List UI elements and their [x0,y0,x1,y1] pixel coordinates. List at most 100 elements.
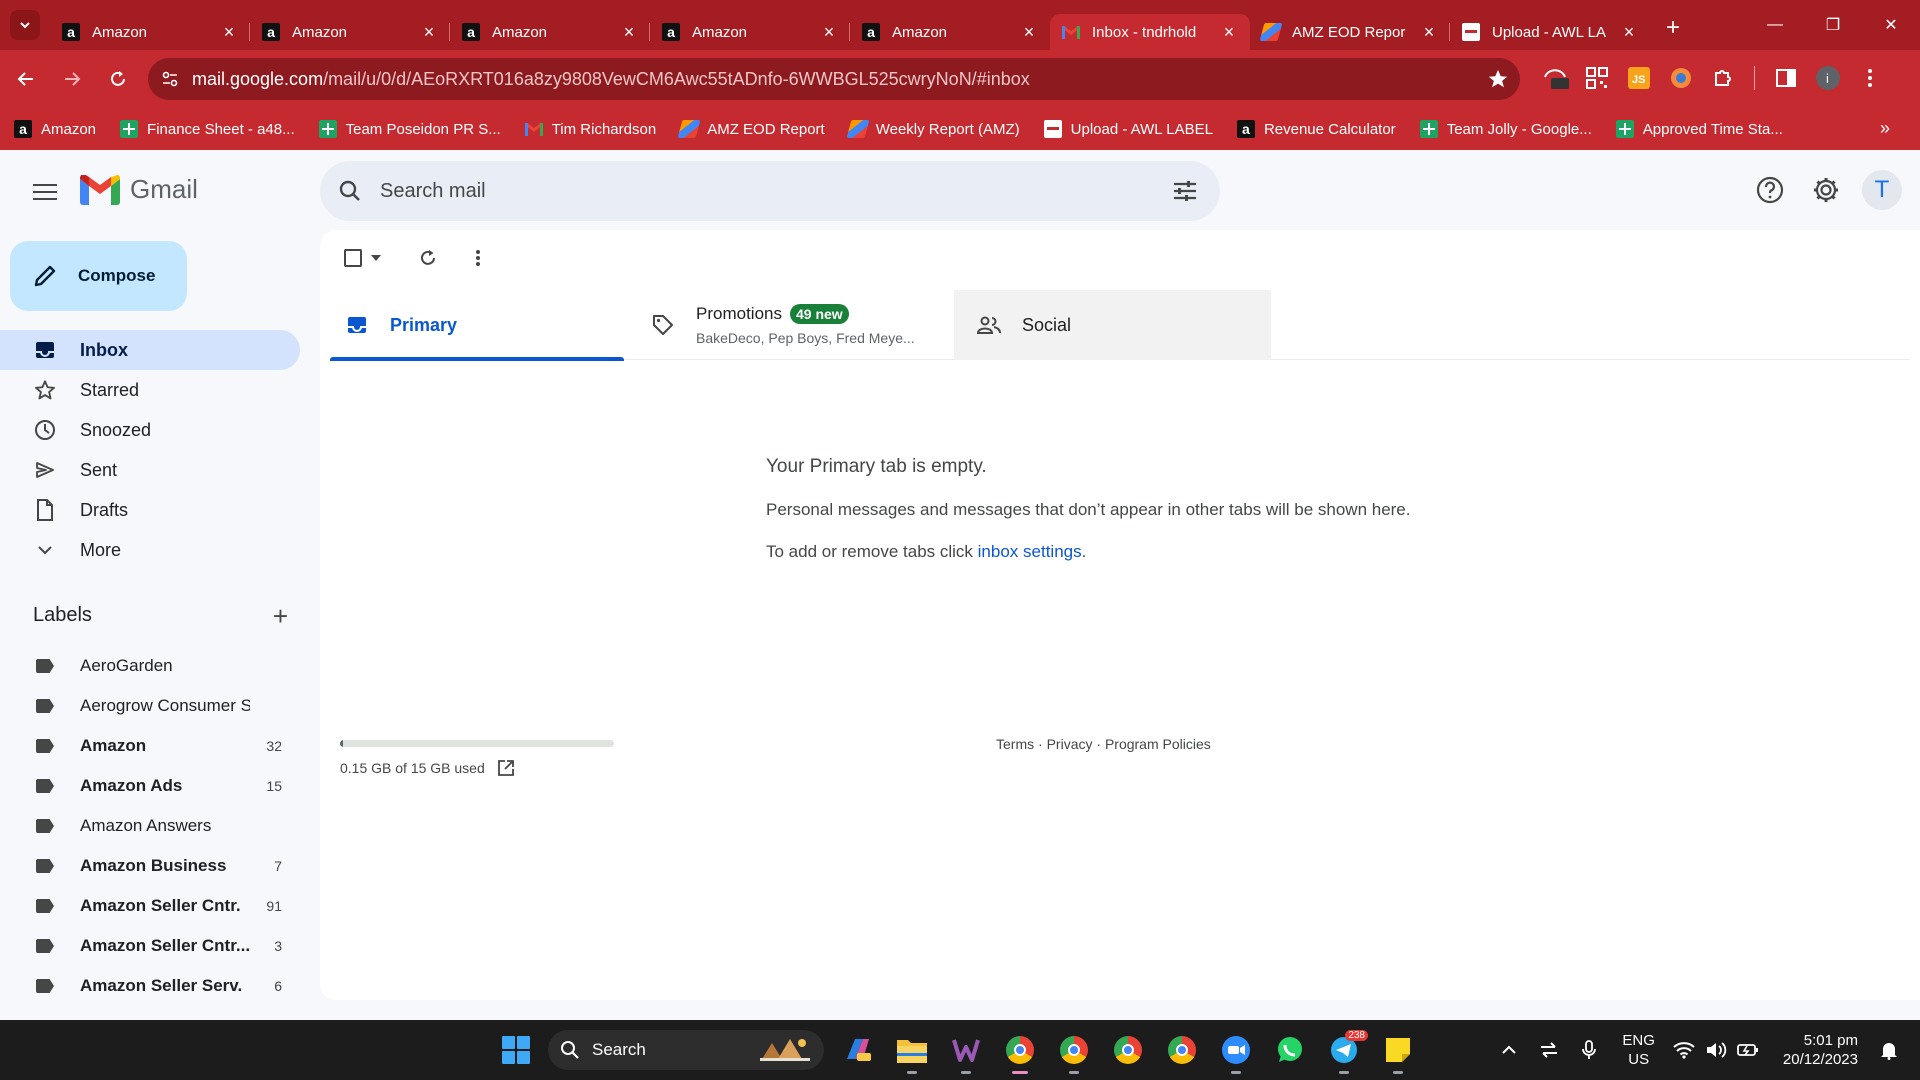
search-options-icon[interactable] [1150,180,1220,202]
inbox-settings-link[interactable]: inbox settings [978,542,1082,561]
search-input[interactable] [380,179,1150,203]
chrome-profile-icon[interactable] [1108,1030,1148,1070]
sidebar-item-more[interactable]: More [0,530,300,570]
refresh-icon[interactable] [408,248,448,268]
sticky-notes-icon[interactable] [1378,1030,1418,1074]
close-icon[interactable]: × [1220,22,1238,43]
privacy-link[interactable]: Privacy [1047,736,1093,752]
bookmark-item[interactable]: Upload - AWL LABEL [1043,120,1213,138]
close-icon[interactable]: × [220,22,238,43]
terms-link[interactable]: Terms [996,736,1034,752]
puzzle-extensions-icon[interactable] [1708,62,1738,94]
search-icon[interactable] [320,179,380,203]
tab-primary[interactable]: Primary [330,290,624,361]
bookmark-item[interactable]: Weekly Report (AMZ) [846,120,1020,138]
window-close-icon[interactable]: ✕ [1862,0,1920,50]
browser-tab[interactable]: a Amazon × [249,14,450,50]
taskbar-search[interactable]: Search [548,1030,824,1070]
browser-tab[interactable]: a Amazon × [849,14,1050,50]
microphone-icon[interactable] [1574,1040,1604,1060]
minimize-icon[interactable]: — [1746,0,1804,50]
program-policies-link[interactable]: Program Policies [1105,736,1211,752]
external-link-icon[interactable] [497,759,515,777]
color-picker-icon[interactable] [1666,62,1696,94]
wifi-icon[interactable] [1669,1041,1699,1059]
close-icon[interactable]: × [420,22,438,43]
close-icon[interactable]: × [620,22,638,43]
browser-tab[interactable]: AMZ EOD Repor × [1250,14,1450,50]
more-vert-icon[interactable] [1855,62,1885,94]
label-item[interactable]: Amazon Business 7 [0,846,300,886]
bookmark-item[interactable]: a Amazon [14,120,96,138]
chrome-profile-icon[interactable] [1162,1030,1202,1070]
main-menu-icon[interactable] [30,181,60,203]
compose-button[interactable]: Compose [10,241,187,311]
sidebar-item-snoozed[interactable]: Snoozed [0,410,300,450]
zoom-icon[interactable] [1216,1030,1256,1074]
label-item[interactable]: Amazon Seller Cntr. 91 [0,886,300,926]
label-item[interactable]: Amazon Ads 15 [0,766,300,806]
windows-start-icon[interactable] [502,1036,530,1064]
select-dropdown-icon[interactable] [366,255,386,261]
label-item[interactable]: Amazon 32 [0,726,300,766]
copilot-icon[interactable] [838,1030,878,1070]
telegram-icon[interactable]: 238 [1324,1030,1368,1074]
tab-promotions[interactable]: Promotions 49 new BakeDeco, Pep Boys, Fre… [624,290,954,360]
add-label-icon[interactable]: + [273,603,288,629]
clock[interactable]: 5:01 pm 20/12/2023 [1783,1031,1858,1069]
chrome-icon[interactable] [1000,1030,1040,1074]
battery-icon[interactable] [1733,1043,1763,1057]
help-icon[interactable] [1750,170,1790,210]
language-indicator[interactable]: ENG US [1622,1031,1655,1069]
close-icon[interactable]: × [1620,22,1638,43]
bookmark-item[interactable]: Tim Richardson [524,120,656,138]
settings-gear-icon[interactable] [1806,170,1846,210]
sidebar-item-inbox[interactable]: Inbox [0,330,300,370]
side-panel-icon[interactable] [1771,62,1801,94]
close-icon[interactable]: × [820,22,838,43]
reload-icon[interactable] [98,59,138,99]
more-vert-icon[interactable] [458,249,498,267]
new-tab-button[interactable]: + [1658,14,1688,42]
forward-icon[interactable] [52,59,92,99]
back-icon[interactable] [6,59,46,99]
bookmark-item[interactable]: Team Jolly - Google... [1419,120,1592,138]
browser-tab-active[interactable]: Inbox - tndrhold × [1050,14,1250,50]
browser-tab[interactable]: a Amazon × [449,14,650,50]
sidebar-item-sent[interactable]: Sent [0,450,300,490]
bookmark-item[interactable]: AMZ EOD Report [677,120,825,138]
label-item[interactable]: Aerogrow Consumer Se... [0,686,300,726]
network-sync-icon[interactable] [1534,1042,1564,1058]
bookmark-star-icon[interactable] [1476,68,1520,90]
file-explorer-icon[interactable] [892,1030,932,1074]
volume-icon[interactable] [1701,1041,1731,1059]
bookmarks-overflow-icon[interactable]: » [1880,118,1890,139]
bookmark-item[interactable]: Team Poseidon PR S... [318,120,501,138]
tab-social[interactable]: Social [954,290,1271,360]
bookmark-item[interactable]: a Revenue Calculator [1236,120,1396,138]
address-bar[interactable]: mail.google.com/mail/u/0/d/AEoRXRT016a8z… [148,58,1520,100]
select-all-checkbox[interactable] [340,249,366,267]
browser-tab[interactable]: a Amazon × [649,14,850,50]
label-item[interactable]: Amazon Seller Cntr... 3 [0,926,300,966]
app-w-icon[interactable] [946,1030,986,1074]
qr-code-icon[interactable] [1582,62,1612,94]
site-info-icon[interactable] [148,70,192,88]
browser-tab[interactable]: a Amazon × [50,14,250,50]
gmail-logo[interactable]: Gmail [80,174,198,205]
chevron-up-icon[interactable] [1494,1045,1524,1055]
js-extension-icon[interactable]: JS [1624,62,1654,94]
tab-search-button[interactable] [10,10,40,40]
whatsapp-icon[interactable] [1270,1030,1310,1070]
label-item[interactable]: AeroGarden [0,646,300,686]
notification-bell-icon[interactable] [1874,1040,1904,1060]
search-bar[interactable] [320,161,1220,221]
sidebar-item-starred[interactable]: Starred [0,370,300,410]
close-icon[interactable]: × [1020,22,1038,43]
chrome-profile-icon[interactable] [1054,1030,1094,1074]
close-icon[interactable]: × [1420,22,1438,43]
bookmark-item[interactable]: Finance Sheet - a48... [120,120,295,138]
label-item[interactable]: Amazon Answers [0,806,300,846]
profile-avatar[interactable]: i [1813,62,1843,94]
bookmark-item[interactable]: Approved Time Sta... [1615,120,1783,138]
